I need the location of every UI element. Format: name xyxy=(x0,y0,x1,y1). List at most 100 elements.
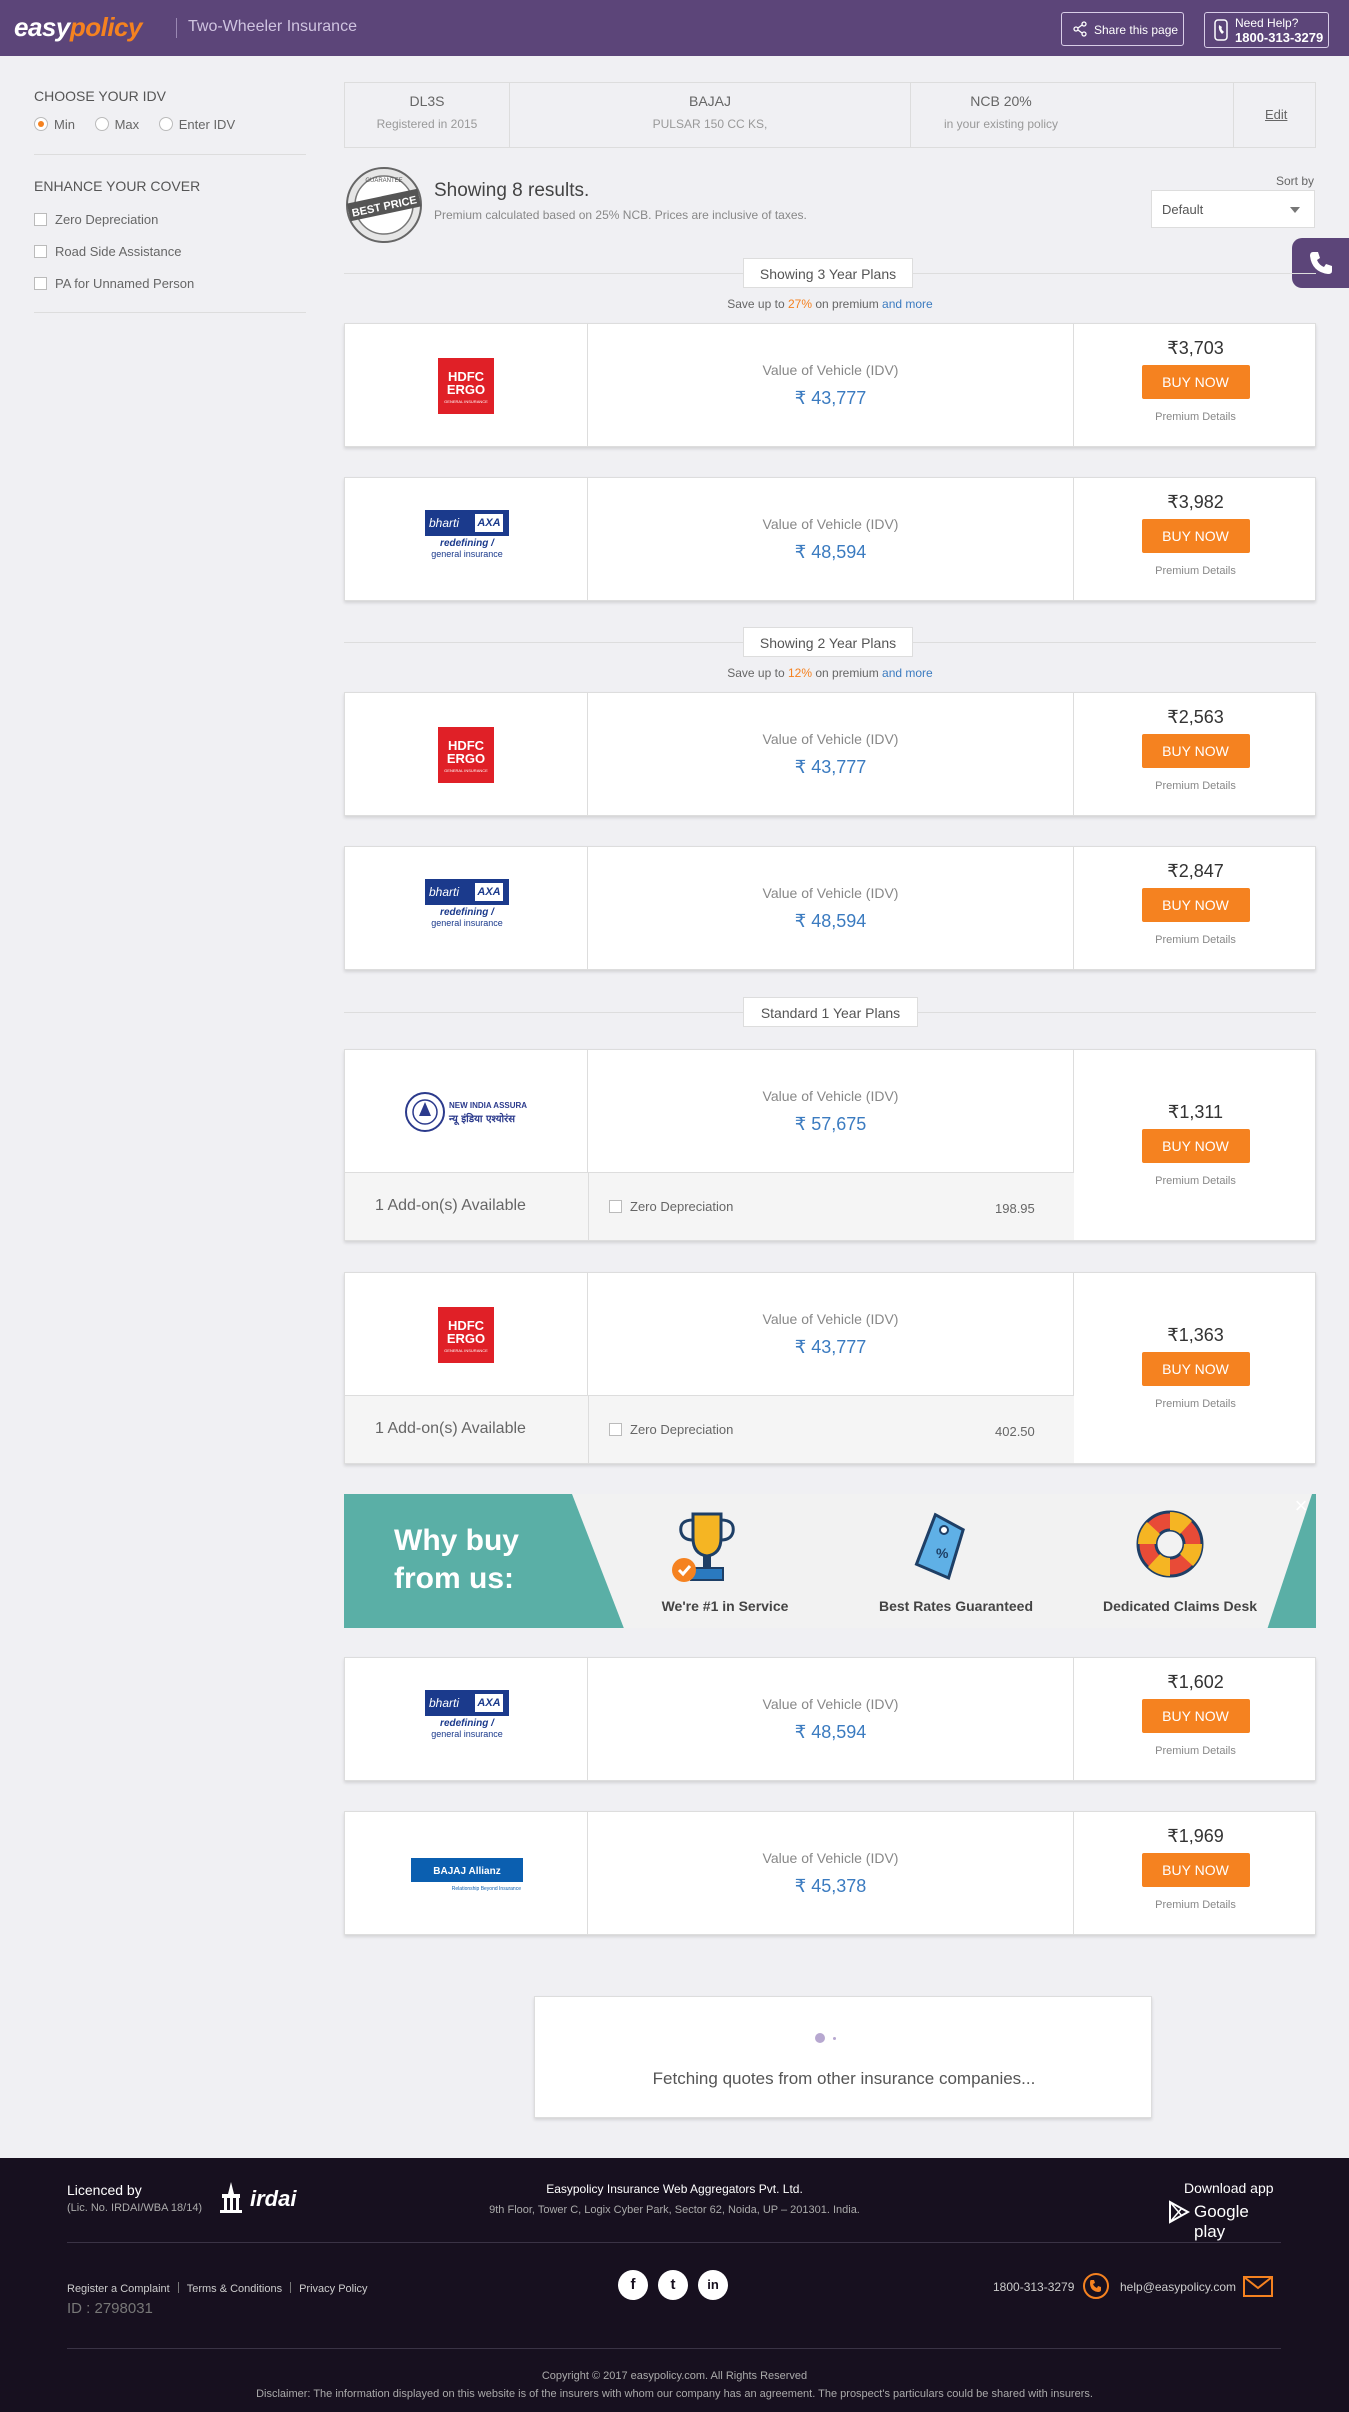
addon-zero-depreciation[interactable]: Zero Depreciation xyxy=(609,1422,733,1437)
call-us-floating-button[interactable] xyxy=(1292,238,1349,288)
linkedin-icon[interactable]: in xyxy=(698,2270,728,2300)
price-cell: ₹1,363 BUY NOW Premium Details xyxy=(1074,1273,1317,1463)
need-help-button[interactable]: Need Help? 1800-313-3279 xyxy=(1204,12,1329,48)
buy-now-button[interactable]: BUY NOW xyxy=(1141,1699,1250,1733)
sidebar-divider xyxy=(34,312,306,313)
idv-value: ₹ 48,594 xyxy=(794,1722,867,1742)
sort-select[interactable]: Default xyxy=(1151,190,1315,228)
savings-percent: 12% xyxy=(787,666,812,680)
facebook-icon[interactable]: f xyxy=(618,2270,648,2300)
idv-label: Value of Vehicle (IDV) xyxy=(762,1311,899,1327)
buy-now-button[interactable]: BUY NOW xyxy=(1141,365,1250,399)
idv-title: CHOOSE YOUR IDV xyxy=(34,88,166,104)
buy-now-button[interactable]: BUY NOW xyxy=(1141,1129,1250,1163)
close-icon[interactable]: × xyxy=(1290,1495,1312,1518)
price-cell: ₹3,703 BUY NOW Premium Details xyxy=(1074,324,1317,446)
buy-now-button[interactable]: BUY NOW xyxy=(1141,519,1250,553)
why-item-rates: Best Rates Guaranteed xyxy=(878,1598,1034,1614)
privacy-policy-link[interactable]: Privacy Policy xyxy=(299,2283,367,2295)
bajaj-name: BAJAJ Allianz xyxy=(433,1866,500,1877)
premium-details-link[interactable]: Premium Details xyxy=(1074,780,1317,792)
insurer-logo-cell: BAJAJ Allianz Relationship Beyond Insura… xyxy=(345,1812,588,1934)
checkbox xyxy=(34,277,47,290)
axa-mark: AXA xyxy=(475,883,503,901)
footer-email[interactable]: help@easypolicy.com xyxy=(1120,2280,1236,2294)
cover-pa-unnamed-person[interactable]: PA for Unnamed Person xyxy=(34,276,194,291)
bharti-tag1: redefining / xyxy=(440,538,494,549)
premium-details-link[interactable]: Premium Details xyxy=(1074,934,1317,946)
idv-value: ₹ 48,594 xyxy=(794,911,867,931)
edit-vehicle-link[interactable]: Edit xyxy=(1265,107,1287,122)
hdfc-logo-line2: ERGO xyxy=(446,751,486,766)
footer-phone[interactable]: 1800-313-3279 xyxy=(993,2280,1074,2294)
section-title-1yr: Standard 1 Year Plans xyxy=(743,997,918,1027)
google-play-link[interactable]: Google play xyxy=(1164,2200,1284,2241)
register-complaint-link[interactable]: Register a Complaint xyxy=(67,2283,170,2295)
buy-now-button[interactable]: BUY NOW xyxy=(1141,1352,1250,1386)
and-more-link[interactable]: and more xyxy=(882,297,933,311)
section-title-2yr: Showing 2 Year Plans xyxy=(743,627,913,657)
company-name: Easypolicy Insurance Web Aggregators Pvt… xyxy=(546,2182,803,2196)
cover-road-side-assistance[interactable]: Road Side Assistance xyxy=(34,244,181,259)
insurer-logo-cell: bharti AXA redefining / general insurance xyxy=(345,478,588,600)
premium-price: ₹1,969 xyxy=(1167,1826,1224,1846)
vehicle-summary: DL3S Registered in 2015 BAJAJ PULSAR 150… xyxy=(344,82,1316,148)
buy-now-button[interactable]: BUY NOW xyxy=(1141,1853,1250,1887)
company-address: 9th Floor, Tower C, Logix Cyber Park, Se… xyxy=(489,2204,860,2216)
cover-zero-depreciation[interactable]: Zero Depreciation xyxy=(34,212,158,227)
premium-details-link[interactable]: Premium Details xyxy=(1074,1745,1317,1757)
share-page-button[interactable]: Share this page xyxy=(1061,12,1184,46)
idv-option-label: Max xyxy=(114,117,140,132)
idv-label: Value of Vehicle (IDV) xyxy=(762,516,899,532)
sort-selected-value: Default xyxy=(1162,202,1204,217)
footer-links: Register a Complaint Terms & Conditions Pr… xyxy=(67,2282,368,2295)
premium-details-link[interactable]: Premium Details xyxy=(1074,565,1317,577)
hdfc-logo-small: GENERAL INSURANCE xyxy=(444,1348,488,1353)
premium-details-link[interactable]: Premium Details xyxy=(1074,1175,1317,1187)
why-buy-banner: Why buy from us: We're #1 in Service % B… xyxy=(344,1494,1316,1628)
price-cell: ₹1,602 BUY NOW Premium Details xyxy=(1074,1658,1317,1780)
buy-now-button[interactable]: BUY NOW xyxy=(1141,734,1250,768)
bharti-axa-logo: bharti AXA redefining / general insurance xyxy=(425,879,509,937)
idv-label: Value of Vehicle (IDV) xyxy=(762,1850,899,1866)
premium-details-link[interactable]: Premium Details xyxy=(1074,1899,1317,1911)
lifebuoy-icon xyxy=(1136,1510,1204,1578)
twitter-icon[interactable]: t xyxy=(658,2270,688,2300)
bharti-axa-logo: bharti AXA redefining / general insurance xyxy=(425,1690,509,1748)
premium-details-link[interactable]: Premium Details xyxy=(1074,411,1317,423)
buy-now-button[interactable]: BUY NOW xyxy=(1141,888,1250,922)
idv-cell: Value of Vehicle (IDV) ₹ 43,777 xyxy=(588,1273,1074,1395)
vehicle-registration: DL3S Registered in 2015 xyxy=(345,83,509,147)
terms-link[interactable]: Terms & Conditions xyxy=(187,2283,282,2295)
plan-card: bharti AXA redefining / general insurance V… xyxy=(344,477,1316,601)
and-more-link[interactable]: and more xyxy=(882,666,933,680)
why-item-claims: Dedicated Claims Desk xyxy=(1102,1598,1258,1614)
idv-option-label: Enter IDV xyxy=(178,117,236,132)
fetching-quotes-panel: Fetching quotes from other insurance com… xyxy=(534,1996,1152,2118)
google-play-label: Google play xyxy=(1194,2202,1249,2241)
idv-cell: Value of Vehicle (IDV) ₹ 48,594 xyxy=(588,1658,1074,1780)
bajaj-tag: Relationship Beyond Insurance xyxy=(452,1886,521,1892)
radio-unselected xyxy=(94,117,109,131)
idv-option-max[interactable]: Max xyxy=(94,117,140,132)
fetching-quotes-text: Fetching quotes from other insurance com… xyxy=(652,2069,1036,2088)
price-cell: ₹2,847 BUY NOW Premium Details xyxy=(1074,847,1317,969)
idv-option-enter[interactable]: Enter IDV xyxy=(158,117,236,132)
premium-details-link[interactable]: Premium Details xyxy=(1074,1398,1317,1410)
addon-zero-depreciation[interactable]: Zero Depreciation xyxy=(609,1199,733,1214)
idv-option-label: Min xyxy=(54,117,75,132)
bharti-logo-name: bharti xyxy=(429,885,460,899)
registration-year: Registered in 2015 xyxy=(376,117,478,131)
addon-divider xyxy=(588,1396,589,1464)
insurer-logo-cell: bharti AXA redefining / general insurance xyxy=(345,1658,588,1780)
hdfc-ergo-logo: HDFC ERGO GENERAL INSURANCE xyxy=(438,1307,494,1363)
idv-option-min[interactable]: Min xyxy=(34,117,75,132)
bajaj-allianz-logo: BAJAJ Allianz Relationship Beyond Insura… xyxy=(411,1858,523,1892)
easypolicy-logo[interactable]: easypolicy xyxy=(14,12,142,43)
footer-divider xyxy=(67,2348,1281,2349)
disclaimer: Disclaimer: The information displayed on… xyxy=(256,2388,1093,2400)
idv-cell: Value of Vehicle (IDV) ₹ 45,378 xyxy=(588,1812,1074,1934)
cover-label: Zero Depreciation xyxy=(55,212,159,227)
addon-count: 1 Add-on(s) Available xyxy=(375,1197,526,1214)
radio-unselected xyxy=(158,117,173,131)
